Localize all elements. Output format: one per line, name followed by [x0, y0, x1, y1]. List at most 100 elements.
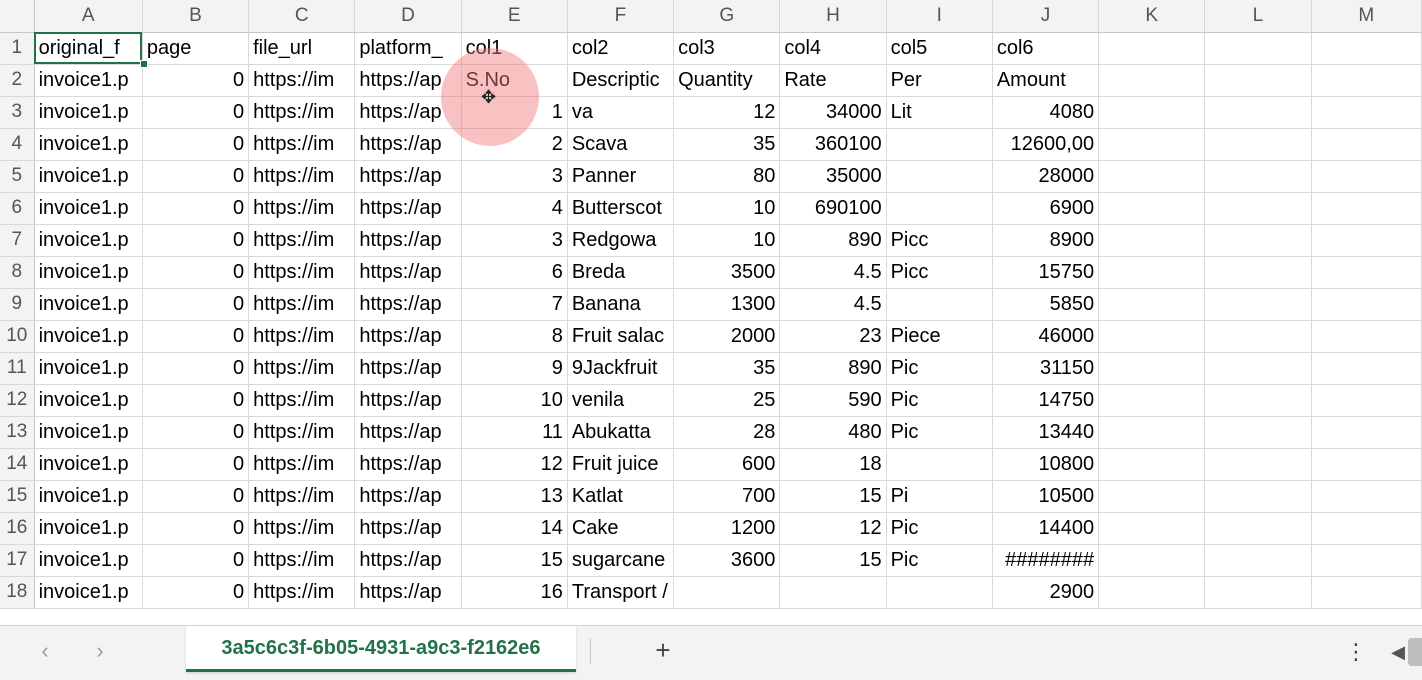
cell-m9[interactable] — [1311, 288, 1422, 321]
cell-b9[interactable]: 0 — [142, 288, 250, 321]
cell-i10[interactable]: Piece — [886, 320, 993, 353]
cell-c10[interactable]: https://im — [248, 320, 356, 353]
cell-g17[interactable]: 3600 — [673, 544, 781, 577]
cell-f14[interactable]: Fruit juice — [567, 448, 675, 481]
cell-e2[interactable]: S.No — [461, 64, 568, 97]
cell-a9[interactable]: invoice1.p — [34, 288, 143, 321]
column-header-m[interactable]: M — [1311, 0, 1422, 33]
cell-j7[interactable]: 8900 — [992, 224, 1100, 257]
cell-e17[interactable]: 15 — [461, 544, 568, 577]
cell-m17[interactable] — [1311, 544, 1422, 577]
cell-g2[interactable]: Quantity — [673, 64, 781, 97]
cell-f17[interactable]: sugarcane — [567, 544, 675, 577]
cell-k5[interactable] — [1098, 160, 1206, 193]
cell-l6[interactable] — [1204, 192, 1312, 225]
horizontal-scrollbar[interactable] — [1408, 638, 1422, 666]
cell-e16[interactable]: 14 — [461, 512, 568, 545]
column-header-h[interactable]: H — [779, 0, 887, 33]
cell-c7[interactable]: https://im — [248, 224, 356, 257]
row-header[interactable]: 14 — [0, 448, 35, 481]
cell-k3[interactable] — [1098, 96, 1206, 129]
cell-b15[interactable]: 0 — [142, 480, 250, 513]
cell-d5[interactable]: https://ap — [354, 160, 462, 193]
cell-k4[interactable] — [1098, 128, 1206, 161]
cell-h15[interactable]: 15 — [779, 480, 887, 513]
cell-c9[interactable]: https://im — [248, 288, 356, 321]
cell-j14[interactable]: 10800 — [992, 448, 1100, 481]
cell-h1[interactable]: col4 — [779, 32, 887, 65]
cell-h16[interactable]: 12 — [779, 512, 887, 545]
cell-a3[interactable]: invoice1.p — [34, 96, 143, 129]
cell-e11[interactable]: 9 — [461, 352, 568, 385]
cell-l10[interactable] — [1204, 320, 1312, 353]
cell-a11[interactable]: invoice1.p — [34, 352, 143, 385]
cell-j17[interactable]: ######## — [992, 544, 1100, 577]
column-header-a[interactable]: A — [34, 0, 143, 33]
cell-c8[interactable]: https://im — [248, 256, 356, 289]
cell-l8[interactable] — [1204, 256, 1312, 289]
cell-h17[interactable]: 15 — [779, 544, 887, 577]
cell-c6[interactable]: https://im — [248, 192, 356, 225]
cell-a6[interactable]: invoice1.p — [34, 192, 143, 225]
cell-e9[interactable]: 7 — [461, 288, 568, 321]
row-header[interactable]: 11 — [0, 352, 35, 385]
cell-i12[interactable]: Pic — [886, 384, 993, 417]
cell-d6[interactable]: https://ap — [354, 192, 462, 225]
column-header-f[interactable]: F — [567, 0, 675, 33]
cell-g8[interactable]: 3500 — [673, 256, 781, 289]
scroll-left-icon[interactable]: ◀ — [1388, 638, 1408, 666]
cell-c4[interactable]: https://im — [248, 128, 356, 161]
row-header[interactable]: 18 — [0, 576, 35, 609]
cell-k14[interactable] — [1098, 448, 1206, 481]
cell-d10[interactable]: https://ap — [354, 320, 462, 353]
row-header[interactable]: 12 — [0, 384, 35, 417]
cell-m18[interactable] — [1311, 576, 1422, 609]
cell-g5[interactable]: 80 — [673, 160, 781, 193]
cell-k11[interactable] — [1098, 352, 1206, 385]
cell-b5[interactable]: 0 — [142, 160, 250, 193]
cell-m14[interactable] — [1311, 448, 1422, 481]
cell-i15[interactable]: Pi — [886, 480, 993, 513]
cell-b4[interactable]: 0 — [142, 128, 250, 161]
cell-f7[interactable]: Redgowa — [567, 224, 675, 257]
cell-d18[interactable]: https://ap — [354, 576, 462, 609]
cell-m7[interactable] — [1311, 224, 1422, 257]
cell-e8[interactable]: 6 — [461, 256, 568, 289]
cell-f4[interactable]: Scava — [567, 128, 675, 161]
row-header[interactable]: 8 — [0, 256, 35, 289]
cell-g18[interactable] — [673, 576, 781, 609]
cell-a12[interactable]: invoice1.p — [34, 384, 143, 417]
add-sheet-icon[interactable]: + — [648, 635, 678, 665]
cell-g12[interactable]: 25 — [673, 384, 781, 417]
column-header-b[interactable]: B — [142, 0, 250, 33]
cell-d3[interactable]: https://ap — [354, 96, 462, 129]
cell-f15[interactable]: Katlat — [567, 480, 675, 513]
cell-j5[interactable]: 28000 — [992, 160, 1100, 193]
column-header-d[interactable]: D — [354, 0, 462, 33]
cell-c16[interactable]: https://im — [248, 512, 356, 545]
cell-h13[interactable]: 480 — [779, 416, 887, 449]
cell-b18[interactable]: 0 — [142, 576, 250, 609]
cell-m12[interactable] — [1311, 384, 1422, 417]
column-header-l[interactable]: L — [1204, 0, 1312, 33]
cell-a7[interactable]: invoice1.p — [34, 224, 143, 257]
cell-j2[interactable]: Amount — [992, 64, 1100, 97]
cell-i4[interactable] — [886, 128, 993, 161]
column-header-e[interactable]: E — [461, 0, 568, 33]
cell-d8[interactable]: https://ap — [354, 256, 462, 289]
cell-i7[interactable]: Picc — [886, 224, 993, 257]
cell-a8[interactable]: invoice1.p — [34, 256, 143, 289]
cell-g7[interactable]: 10 — [673, 224, 781, 257]
cell-g11[interactable]: 35 — [673, 352, 781, 385]
cell-e4[interactable]: 2 — [461, 128, 568, 161]
cell-k17[interactable] — [1098, 544, 1206, 577]
cell-c1[interactable]: file_url — [248, 32, 356, 65]
cell-k9[interactable] — [1098, 288, 1206, 321]
row-header[interactable]: 17 — [0, 544, 35, 577]
cell-d2[interactable]: https://ap — [354, 64, 462, 97]
column-header-k[interactable]: K — [1098, 0, 1206, 33]
cell-h7[interactable]: 890 — [779, 224, 887, 257]
cell-a10[interactable]: invoice1.p — [34, 320, 143, 353]
cell-d13[interactable]: https://ap — [354, 416, 462, 449]
cell-i1[interactable]: col5 — [886, 32, 993, 65]
